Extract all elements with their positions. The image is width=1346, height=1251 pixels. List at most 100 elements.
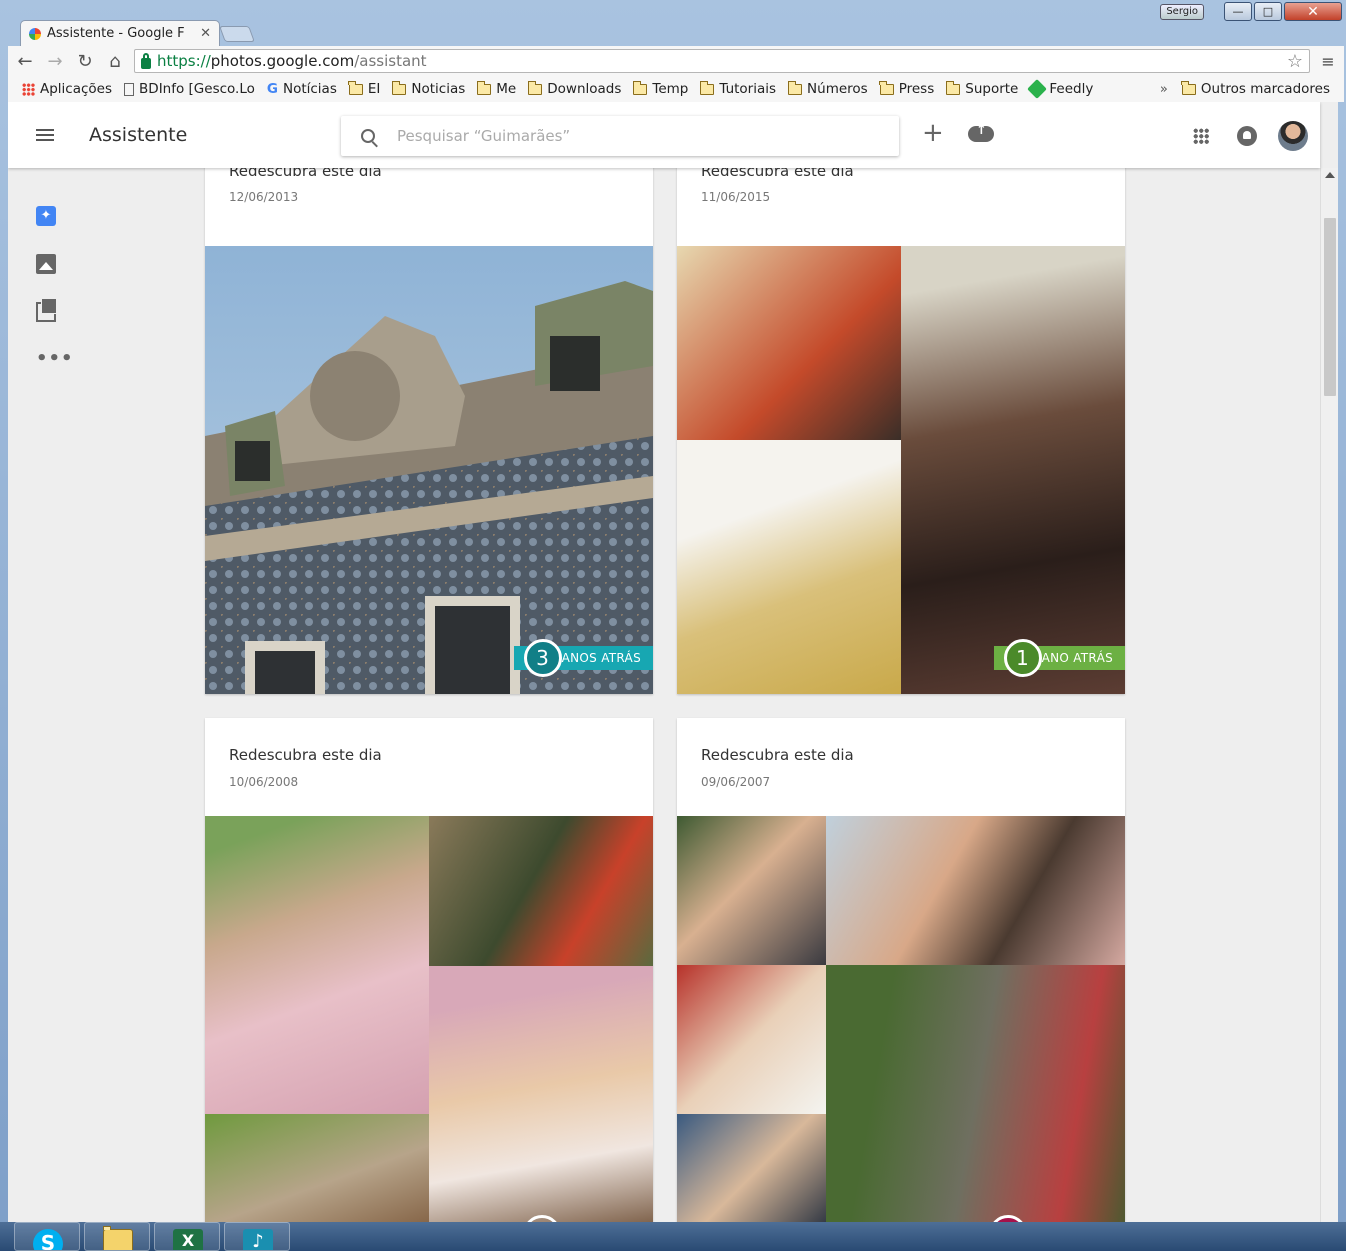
url-path: /assistant [354, 52, 427, 70]
collage-photo[interactable]: 1 ANO ATRÁS [901, 246, 1125, 694]
folder-icon [1181, 80, 1196, 95]
excel-icon: X [173, 1229, 203, 1250]
search-input[interactable] [397, 127, 857, 145]
notifications-bell-icon[interactable] [1237, 126, 1257, 146]
card-date: 11/06/2015 [701, 190, 771, 204]
skype-icon: S [33, 1229, 63, 1250]
google-apps-grid-icon[interactable] [1193, 128, 1209, 144]
collage-photo[interactable] [826, 965, 1125, 1222]
bookmark-label: Aplicações [40, 81, 113, 97]
reload-icon[interactable]: ↻ [74, 50, 96, 72]
main-menu-icon[interactable] [36, 129, 54, 141]
music-player-icon: ♪ [243, 1229, 273, 1250]
albums-nav-icon[interactable] [36, 298, 57, 322]
folder-icon [527, 80, 543, 95]
collage-photo[interactable] [429, 966, 653, 1222]
taskbar-skype[interactable]: S [14, 1222, 80, 1251]
tab-strip: Assistente - Google F ✕ [8, 18, 1344, 46]
taskbar-excel[interactable]: X [154, 1222, 220, 1251]
more-nav-icon[interactable]: ••• [36, 350, 73, 374]
bookmark-suporte[interactable]: Suporte [940, 78, 1024, 100]
bookmark-tutoriais[interactable]: Tutoriais [694, 78, 782, 100]
rediscover-card[interactable]: Redescubra este dia 12/06/2013 3 ANOS AT… [205, 154, 653, 694]
bookmark-press[interactable]: Press [874, 78, 941, 100]
secure-lock-icon [141, 52, 151, 69]
years-number: 1 [1003, 639, 1042, 677]
chrome-menu-icon[interactable]: ≡ [1318, 52, 1338, 71]
collage-photo[interactable] [205, 1114, 429, 1222]
card-date: 09/06/2007 [701, 775, 771, 789]
rediscover-card[interactable]: Redescubra este dia 10/06/2008 [205, 718, 653, 1222]
windows-taskbar: S X ♪ [0, 1222, 1346, 1251]
assistant-nav-icon[interactable]: ✦ [36, 206, 56, 226]
tab-close-icon[interactable]: ✕ [200, 26, 211, 41]
bookmark-label: Outros marcadores [1200, 81, 1330, 97]
collage-photo[interactable] [677, 440, 901, 694]
forward-arrow-icon[interactable]: → [44, 50, 66, 72]
folder-icon [945, 80, 961, 95]
bookmarks-bar: Aplicações BDInfo [Gesco.Lo G Notícias EI… [8, 76, 1344, 102]
folder-icon [476, 80, 492, 95]
folder-icon [348, 80, 363, 95]
bookmark-outros-marcadores[interactable]: Outros marcadores [1176, 78, 1336, 100]
bookmark-bdinfo[interactable]: BDInfo [Gesco.Lo [118, 78, 261, 100]
bookmark-label: Números [807, 81, 868, 97]
page-scrollbar[interactable] [1320, 168, 1338, 1222]
card-title: Redescubra este dia [229, 746, 382, 764]
collage-photo[interactable] [826, 816, 1125, 965]
folder-icon [879, 80, 894, 95]
bookmark-noticias[interactable]: Noticias [386, 78, 471, 100]
bookmark-noticias-google[interactable]: G Notícias [261, 78, 343, 100]
taskbar-music[interactable]: ♪ [224, 1222, 290, 1251]
years-label: ANOS ATRÁS [561, 651, 641, 665]
collage-photo[interactable] [429, 816, 653, 966]
collage-photo[interactable] [677, 965, 826, 1114]
bookmark-feedly[interactable]: Feedly [1024, 78, 1099, 100]
tab-title: Assistente - Google F [47, 26, 185, 41]
address-bar[interactable]: https://photos.google.com/assistant ☆ [134, 49, 1310, 73]
bookmark-label: Press [898, 81, 935, 97]
create-plus-icon[interactable]: + [922, 120, 944, 146]
new-tab-button[interactable] [219, 26, 255, 42]
folder-icon [391, 80, 407, 95]
bookmark-star-icon[interactable]: ☆ [1287, 51, 1303, 72]
home-icon[interactable]: ⌂ [104, 50, 126, 72]
bookmarks-overflow-chevron-icon[interactable]: » [1152, 82, 1176, 97]
rediscover-card[interactable]: Redescubra este dia 11/06/2015 1 ANO ATR… [677, 154, 1125, 694]
side-navigation: ✦ ••• [8, 168, 86, 1222]
collage-photo[interactable] [677, 246, 901, 440]
rediscover-card[interactable]: Redescubra este dia 09/06/2007 [677, 718, 1125, 1222]
collage-photo[interactable] [677, 816, 826, 965]
bookmark-ei[interactable]: EI [343, 78, 387, 100]
years-ago-badge: 1 ANO ATRÁS [993, 639, 1125, 677]
folder-icon [699, 80, 715, 95]
building-photo-image [205, 246, 653, 694]
bookmark-label: Suporte [965, 81, 1019, 97]
collage-photo[interactable] [205, 816, 429, 1114]
bookmark-label: Me [496, 81, 517, 97]
scrollbar-thumb[interactable] [1324, 218, 1336, 396]
card-header: Redescubra este dia 10/06/2008 [205, 718, 653, 816]
bookmark-label: Notícias [282, 81, 337, 97]
bookmark-label: Noticias [411, 81, 466, 97]
years-number-circle [523, 1215, 561, 1222]
bookmark-aplicacoes[interactable]: Aplicações [16, 78, 118, 100]
back-arrow-icon[interactable]: ← [14, 50, 36, 72]
years-number: 3 [523, 639, 562, 677]
bookmark-me[interactable]: Me [471, 78, 522, 100]
upload-cloud-icon[interactable] [968, 123, 994, 142]
scroll-up-arrow-icon[interactable] [1325, 172, 1335, 178]
browser-tab-assistente[interactable]: Assistente - Google F ✕ [20, 20, 220, 46]
bookmark-temp[interactable]: Temp [627, 78, 694, 100]
folder-icon [632, 80, 648, 95]
search-box[interactable] [341, 116, 899, 156]
bookmark-numeros[interactable]: Números [782, 78, 874, 100]
taskbar-explorer[interactable] [84, 1222, 150, 1251]
account-avatar[interactable] [1278, 121, 1308, 151]
feedly-icon [1027, 79, 1048, 99]
collage-photo[interactable] [677, 1114, 826, 1222]
photos-nav-icon[interactable] [36, 254, 56, 274]
photo-building[interactable]: 3 ANOS ATRÁS [205, 246, 653, 694]
bookmark-downloads[interactable]: Downloads [522, 78, 627, 100]
page-viewport: Redescubra este dia 12/06/2013 3 ANOS AT… [8, 102, 1338, 1222]
